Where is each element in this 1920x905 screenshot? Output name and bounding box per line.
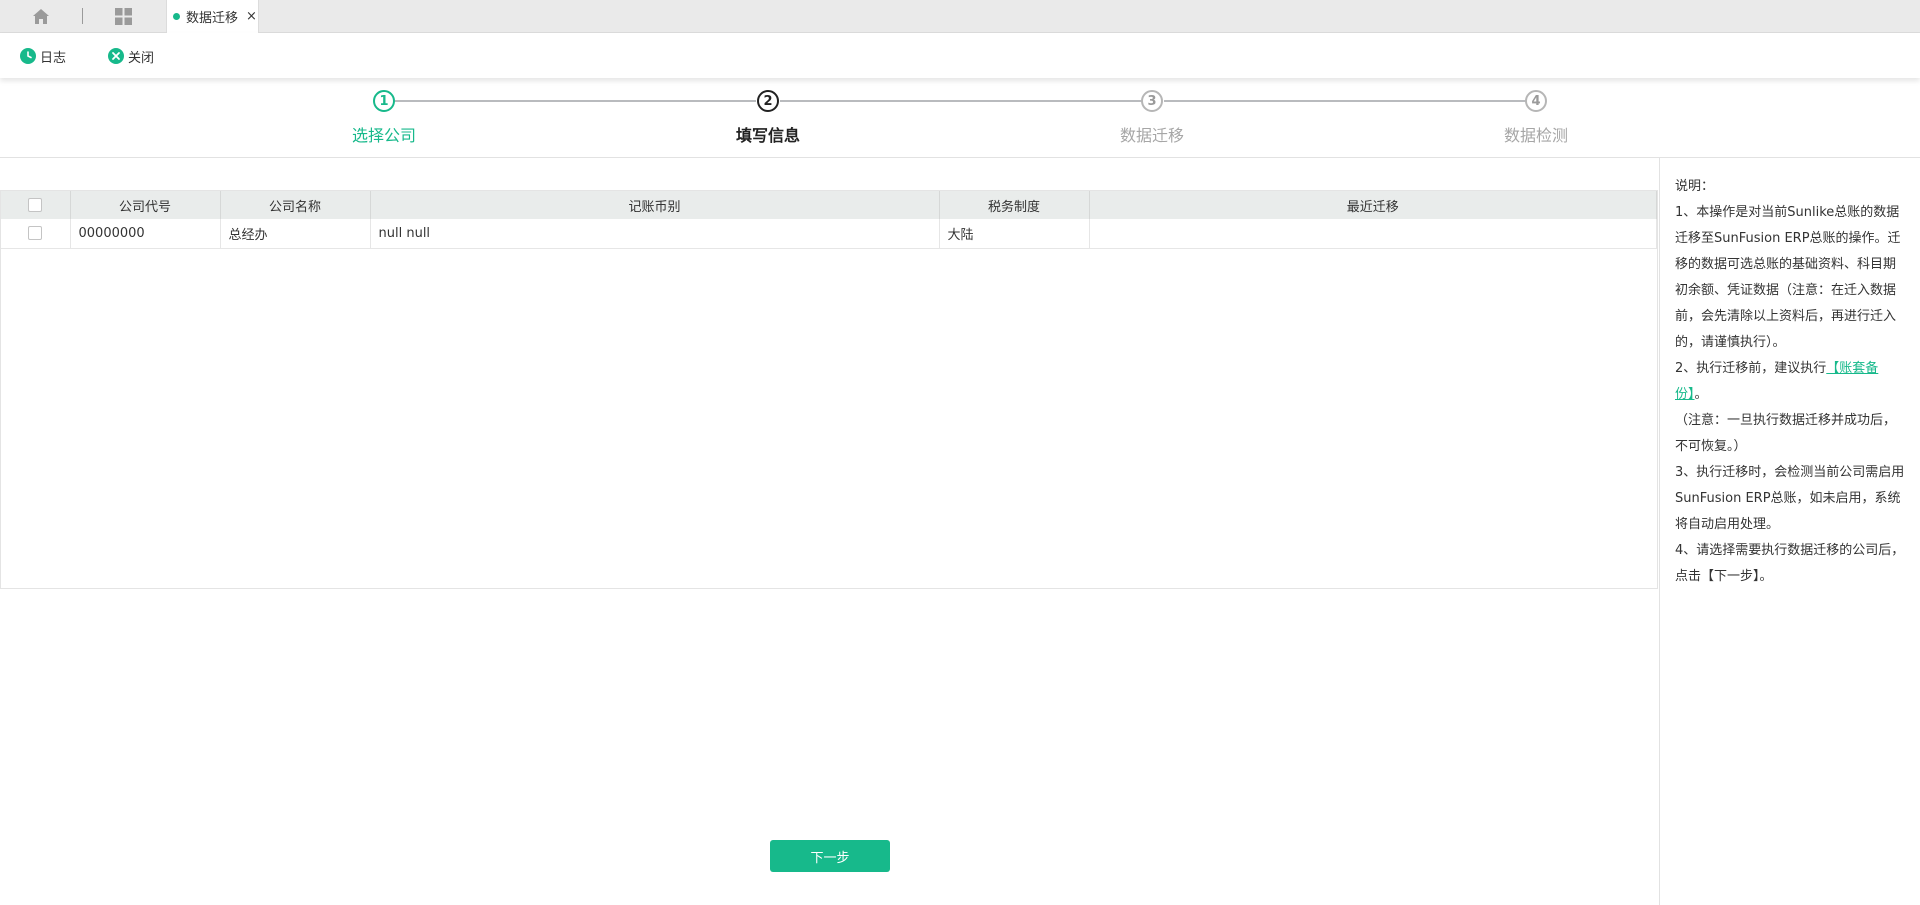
help-paragraph-3: 3、执行迁移时，会检测当前公司需启用SunFusion ERP总账，如未启用，系… bbox=[1675, 465, 1905, 532]
help-title: 说明： bbox=[1675, 179, 1715, 194]
company-table: 公司代号 公司名称 记账币别 税务制度 最近迁移 00000000 总经办 nu… bbox=[0, 190, 1658, 589]
select-all-cell bbox=[1, 191, 71, 219]
clock-icon bbox=[20, 48, 36, 64]
tab-separator bbox=[82, 8, 83, 24]
apps-button[interactable] bbox=[104, 4, 142, 28]
table-cell: 00000000 bbox=[70, 219, 221, 249]
tab-bar: 数据迁移 × bbox=[0, 0, 1920, 33]
row-checkbox[interactable] bbox=[28, 226, 43, 241]
help-paragraph-1: 1、本操作是对当前Sunlike总账的数据迁移至SunFusion ERP总账的… bbox=[1675, 205, 1901, 350]
help-text: 。 bbox=[1694, 387, 1708, 402]
step-number: 2 bbox=[757, 90, 779, 112]
column-header[interactable]: 公司名称 bbox=[220, 191, 371, 219]
close-icon bbox=[108, 48, 124, 64]
table-cell: 总经办 bbox=[220, 219, 371, 249]
help-panel: 说明： 1、本操作是对当前Sunlike总账的数据迁移至SunFusion ER… bbox=[1659, 158, 1920, 905]
tab-close-icon[interactable]: × bbox=[246, 9, 257, 24]
step-number: 3 bbox=[1141, 90, 1163, 112]
select-all-checkbox[interactable] bbox=[28, 198, 43, 212]
step-1: 1 选择公司 bbox=[314, 90, 454, 146]
step-label: 数据迁移 bbox=[1119, 126, 1184, 145]
tab-label: 数据迁移 bbox=[186, 11, 239, 26]
toolbar: 日志 关闭 bbox=[0, 33, 1920, 78]
table-row[interactable]: 00000000 总经办 null null 大陆 bbox=[1, 219, 1657, 249]
help-paragraph-4: 4、请选择需要执行数据迁移的公司后，点击【下一步】。 bbox=[1675, 543, 1905, 584]
step-number: 1 bbox=[373, 90, 395, 112]
close-button[interactable]: 关闭 bbox=[108, 46, 154, 66]
tab-active-dot bbox=[173, 13, 180, 20]
main-content: 公司代号 公司名称 记账币别 税务制度 最近迁移 00000000 总经办 nu… bbox=[0, 158, 1659, 905]
home-button[interactable] bbox=[22, 4, 60, 28]
help-note: （注意：一旦执行数据迁移并成功后，不可恢复。） bbox=[1675, 413, 1897, 454]
log-button[interactable]: 日志 bbox=[20, 46, 66, 66]
step-2: 2 填写信息 bbox=[698, 90, 838, 146]
step-label: 数据检测 bbox=[1503, 126, 1568, 145]
column-header[interactable]: 记账币别 bbox=[370, 191, 940, 219]
table-cell bbox=[1089, 219, 1657, 249]
step-4: 4 数据检测 bbox=[1466, 90, 1606, 146]
column-header[interactable]: 公司代号 bbox=[70, 191, 221, 219]
grid-icon bbox=[114, 7, 132, 25]
table-header-row: 公司代号 公司名称 记账币别 税务制度 最近迁移 bbox=[1, 191, 1657, 219]
log-label: 日志 bbox=[40, 50, 67, 66]
row-select-cell bbox=[1, 219, 71, 249]
step-label: 填写信息 bbox=[735, 126, 800, 145]
tab-data-migration[interactable]: 数据迁移 × bbox=[166, 0, 259, 33]
step-number: 4 bbox=[1525, 90, 1547, 112]
column-header[interactable]: 税务制度 bbox=[939, 191, 1090, 219]
next-step-button[interactable]: 下一步 bbox=[770, 840, 890, 872]
table-cell: null null bbox=[370, 219, 940, 249]
home-icon bbox=[33, 8, 49, 24]
close-label: 关闭 bbox=[128, 50, 155, 66]
help-paragraph-2: 2、执行迁移前，建议执行【账套备份】。 bbox=[1675, 356, 1906, 408]
help-text: 2、执行迁移前，建议执行 bbox=[1675, 361, 1827, 376]
step-indicator: 1 选择公司 2 填写信息 3 数据迁移 4 数据检测 bbox=[0, 78, 1920, 158]
column-header[interactable]: 最近迁移 bbox=[1089, 191, 1657, 219]
table-cell: 大陆 bbox=[939, 219, 1090, 249]
step-3: 3 数据迁移 bbox=[1082, 90, 1222, 146]
step-label: 选择公司 bbox=[351, 126, 416, 145]
